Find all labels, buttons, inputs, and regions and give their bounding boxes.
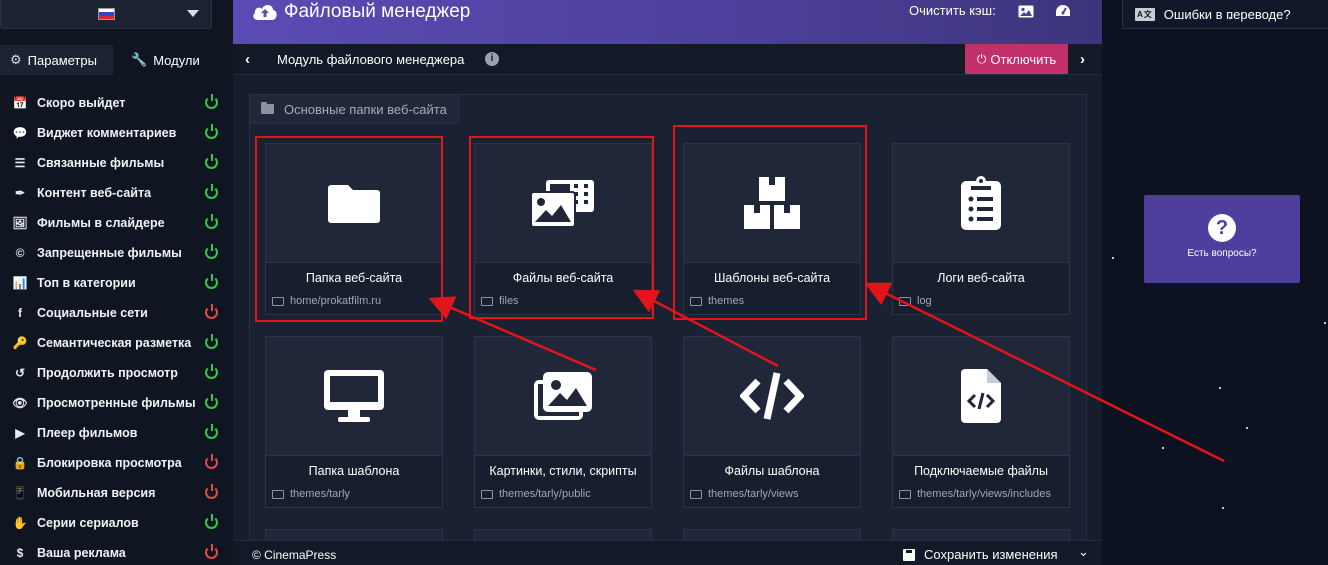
annotation-arrows	[428, 282, 1225, 463]
arrow	[428, 296, 597, 372]
arrow	[864, 282, 1225, 463]
arrow	[632, 289, 779, 368]
